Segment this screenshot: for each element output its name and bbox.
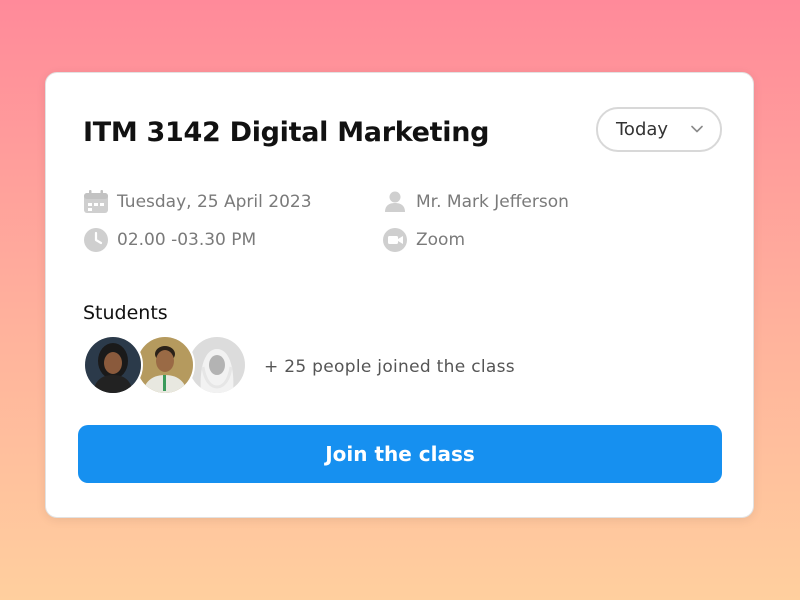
date-filter-dropdown[interactable]: Today bbox=[596, 107, 722, 152]
class-time: 02.00 -03.30 PM bbox=[83, 227, 256, 253]
joined-count-text: + 25 people joined the class bbox=[264, 357, 515, 377]
join-class-button[interactable]: Join the class bbox=[78, 425, 722, 483]
avatar[interactable] bbox=[83, 335, 143, 395]
date-filter-label: Today bbox=[616, 119, 669, 140]
instructor-text: Mr. Mark Jefferson bbox=[416, 192, 569, 212]
class-title: ITM 3142 Digital Marketing bbox=[83, 117, 490, 148]
user-icon bbox=[382, 189, 408, 215]
student-avatars[interactable] bbox=[83, 335, 248, 397]
clock-icon bbox=[83, 227, 109, 253]
students-heading: Students bbox=[83, 302, 168, 324]
avatar[interactable] bbox=[187, 335, 247, 395]
date-text: Tuesday, 25 April 2023 bbox=[117, 192, 312, 212]
class-instructor: Mr. Mark Jefferson bbox=[382, 189, 569, 215]
calendar-icon bbox=[83, 189, 109, 215]
platform-text: Zoom bbox=[416, 230, 466, 250]
video-camera-icon bbox=[382, 227, 408, 253]
avatar[interactable] bbox=[135, 335, 195, 395]
chevron-down-icon bbox=[691, 125, 703, 133]
class-platform: Zoom bbox=[382, 227, 465, 253]
class-date: Tuesday, 25 April 2023 bbox=[83, 189, 312, 215]
time-text: 02.00 -03.30 PM bbox=[117, 230, 257, 250]
class-card: ITM 3142 Digital Marketing Today Tuesday… bbox=[45, 72, 754, 518]
